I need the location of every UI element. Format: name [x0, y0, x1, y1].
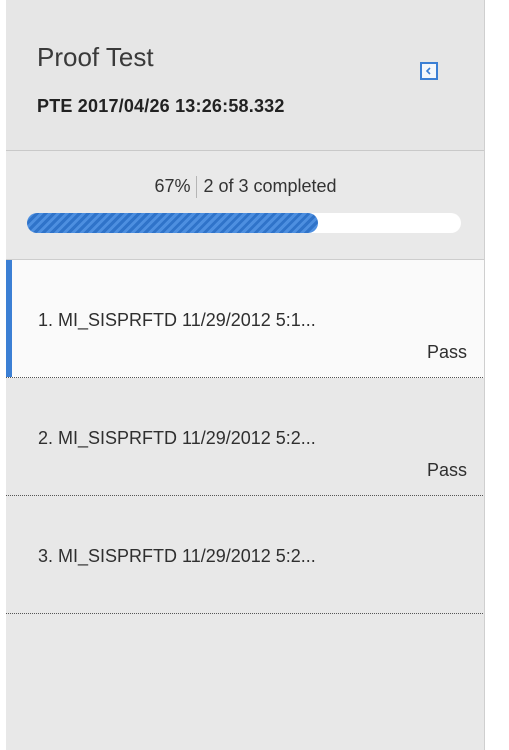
page-subtitle: PTE 2017/04/26 13:26:58.332: [37, 96, 285, 116]
chevron-left-icon: [425, 67, 431, 75]
list-item[interactable]: 3. MI_SISPRFTD 11/29/2012 5:2...: [6, 496, 485, 614]
list-item-label: 3. MI_SISPRFTD 11/29/2012 5:2...: [38, 546, 316, 566]
panel-header: Proof Test PTE 2017/04/26 13:26:58.332: [6, 0, 485, 151]
collapse-panel-button[interactable]: [420, 62, 438, 80]
list-item[interactable]: 2. MI_SISPRFTD 11/29/2012 5:2... Pass: [6, 378, 485, 496]
progress-divider: [196, 176, 198, 199]
page-title: Proof Test: [37, 42, 154, 72]
list-item-label: 2. MI_SISPRFTD 11/29/2012 5:2...: [38, 428, 316, 448]
list-item-status: Pass: [426, 342, 467, 362]
progress-section: 67% 2 of 3 completed: [6, 151, 485, 260]
panel-border: [484, 0, 485, 750]
list-item[interactable]: 1. MI_SISPRFTD 11/29/2012 5:1... Pass: [6, 260, 485, 378]
progress-bar-fill: [27, 213, 318, 233]
progress-summary: 67% 2 of 3 completed: [6, 176, 485, 199]
step-list: 1. MI_SISPRFTD 11/29/2012 5:1... Pass 2.…: [6, 260, 485, 614]
proof-test-panel: Proof Test PTE 2017/04/26 13:26:58.332 6…: [6, 0, 485, 750]
list-item-status: Pass: [426, 460, 467, 480]
progress-percent: 67%: [154, 176, 191, 196]
list-item-label: 1. MI_SISPRFTD 11/29/2012 5:1...: [38, 310, 316, 330]
progress-bar-track: [27, 213, 461, 233]
progress-count: 2 of 3 completed: [203, 176, 337, 196]
